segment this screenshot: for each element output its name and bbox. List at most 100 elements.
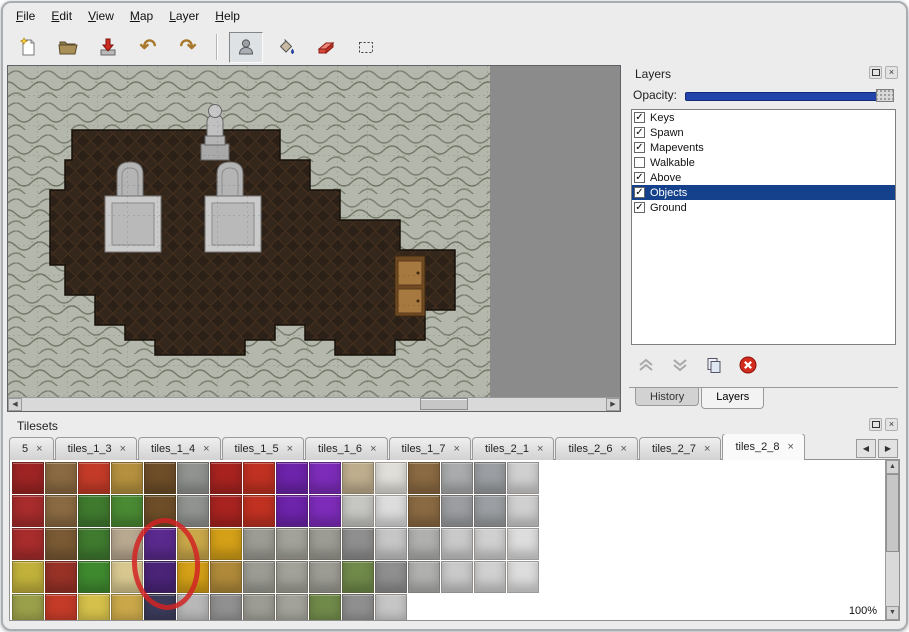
tileset-tile[interactable]: [243, 462, 275, 494]
tileset-vertical-scrollbar[interactable]: ▲ ▼: [885, 460, 899, 620]
tileset-tile[interactable]: [177, 462, 209, 494]
tileset-tile[interactable]: [45, 528, 77, 560]
tileset-tile[interactable]: [45, 561, 77, 593]
tab-close-icon[interactable]: ×: [704, 444, 710, 455]
tileset-tile[interactable]: [441, 528, 473, 560]
tab-close-icon[interactable]: ×: [537, 444, 543, 455]
tab-close-icon[interactable]: ×: [36, 444, 42, 455]
tileset-tile[interactable]: [210, 594, 242, 621]
tileset-tile[interactable]: [309, 561, 341, 593]
opacity-slider-handle[interactable]: [876, 89, 894, 102]
float-panel-icon[interactable]: [869, 66, 882, 79]
duplicate-layer-button[interactable]: [703, 355, 725, 377]
layer-row-spawn[interactable]: ✓Spawn: [632, 125, 895, 140]
tileset-tile[interactable]: [276, 594, 308, 621]
tileset-tile[interactable]: [408, 561, 440, 593]
tab-close-icon[interactable]: ×: [120, 444, 126, 455]
tileset-tile[interactable]: [474, 495, 506, 527]
tileset-tile[interactable]: [507, 561, 539, 593]
layer-visibility-checkbox[interactable]: ✓: [634, 172, 645, 183]
tileset-tile[interactable]: [507, 528, 539, 560]
tileset-tile[interactable]: [12, 495, 44, 527]
tab-history[interactable]: History: [635, 388, 699, 406]
open-file-button[interactable]: [51, 32, 85, 63]
redo-button[interactable]: ↷: [171, 32, 205, 63]
tileset-tile[interactable]: [12, 561, 44, 593]
tileset-tile[interactable]: [243, 561, 275, 593]
tileset-tile[interactable]: [309, 462, 341, 494]
scrollbar-thumb[interactable]: [886, 474, 899, 552]
tileset-tab-tiles_2_6[interactable]: tiles_2_6×: [555, 437, 637, 460]
layer-row-keys[interactable]: ✓Keys: [632, 110, 895, 125]
tileset-tab-tiles_1_6[interactable]: tiles_1_6×: [305, 437, 387, 460]
layer-visibility-checkbox[interactable]: ✓: [634, 142, 645, 153]
opacity-slider[interactable]: [685, 87, 894, 103]
tab-close-icon[interactable]: ×: [287, 444, 293, 455]
scroll-up-icon[interactable]: ▲: [886, 460, 899, 474]
tileset-tile[interactable]: [276, 462, 308, 494]
layer-row-mapevents[interactable]: ✓Mapevents: [632, 140, 895, 155]
undo-button[interactable]: ↶: [131, 32, 165, 63]
tileset-tile[interactable]: [375, 462, 407, 494]
tileset-tile[interactable]: [276, 561, 308, 593]
tileset-tile[interactable]: [243, 528, 275, 560]
close-panel-icon[interactable]: ×: [885, 418, 898, 431]
tileset-tile[interactable]: [78, 594, 110, 621]
tileset-tile[interactable]: [111, 462, 143, 494]
tab-close-icon[interactable]: ×: [370, 444, 376, 455]
tileset-tile[interactable]: [243, 495, 275, 527]
map-canvas[interactable]: [8, 66, 490, 398]
layer-row-above[interactable]: ✓Above: [632, 170, 895, 185]
tileset-tile[interactable]: [507, 495, 539, 527]
tileset-tab-tiles_1_4[interactable]: tiles_1_4×: [138, 437, 220, 460]
tileset-tile[interactable]: [375, 495, 407, 527]
stamp-tool-button[interactable]: [229, 32, 263, 63]
close-panel-icon[interactable]: ×: [885, 66, 898, 79]
tileset-tile[interactable]: [276, 495, 308, 527]
layer-row-objects[interactable]: ✓Objects: [632, 185, 895, 200]
tileset-tile[interactable]: [507, 462, 539, 494]
tileset-tile[interactable]: [111, 594, 143, 621]
tileset-tile[interactable]: [309, 495, 341, 527]
tileset-tile[interactable]: [474, 528, 506, 560]
tileset-tile[interactable]: [441, 462, 473, 494]
tab-close-icon[interactable]: ×: [621, 444, 627, 455]
tab-scroll-left-icon[interactable]: ◀: [856, 439, 876, 458]
tileset-tile[interactable]: [276, 528, 308, 560]
float-panel-icon[interactable]: [869, 418, 882, 431]
menu-map[interactable]: Map: [123, 7, 160, 25]
tileset-tile[interactable]: [111, 495, 143, 527]
tileset-tab-tiles_2_1[interactable]: tiles_2_1×: [472, 437, 554, 460]
select-tool-button[interactable]: [349, 32, 383, 63]
tileset-tile[interactable]: [144, 462, 176, 494]
menu-help[interactable]: Help: [208, 7, 247, 25]
tileset-tile[interactable]: [45, 462, 77, 494]
layer-visibility-checkbox[interactable]: [634, 157, 645, 168]
tileset-tile[interactable]: [210, 561, 242, 593]
tileset-tile[interactable]: [45, 594, 77, 621]
tileset-tile[interactable]: [408, 462, 440, 494]
tileset-tile[interactable]: [408, 528, 440, 560]
lower-layer-button[interactable]: [669, 355, 691, 377]
tileset-tile[interactable]: [342, 561, 374, 593]
tileset-tile[interactable]: [342, 462, 374, 494]
layer-visibility-checkbox[interactable]: ✓: [634, 202, 645, 213]
tileset-tab-tiles_1_7[interactable]: tiles_1_7×: [389, 437, 471, 460]
tileset-tile[interactable]: [474, 561, 506, 593]
layer-visibility-checkbox[interactable]: ✓: [634, 187, 645, 198]
scroll-down-icon[interactable]: ▼: [886, 606, 899, 620]
tab-close-icon[interactable]: ×: [454, 444, 460, 455]
menu-file[interactable]: File: [9, 7, 42, 25]
tileset-tile[interactable]: [78, 495, 110, 527]
tab-scroll-right-icon[interactable]: ▶: [878, 439, 898, 458]
tileset-tile[interactable]: [177, 495, 209, 527]
tileset-tile[interactable]: [12, 528, 44, 560]
tileset-tile[interactable]: [342, 528, 374, 560]
tileset-tile[interactable]: [210, 528, 242, 560]
new-file-button[interactable]: [11, 32, 45, 63]
tileset-tile[interactable]: [78, 561, 110, 593]
tileset-tile[interactable]: [408, 495, 440, 527]
tileset-tile[interactable]: [375, 528, 407, 560]
tileset-tile[interactable]: [309, 594, 341, 621]
tileset-tile[interactable]: [210, 462, 242, 494]
